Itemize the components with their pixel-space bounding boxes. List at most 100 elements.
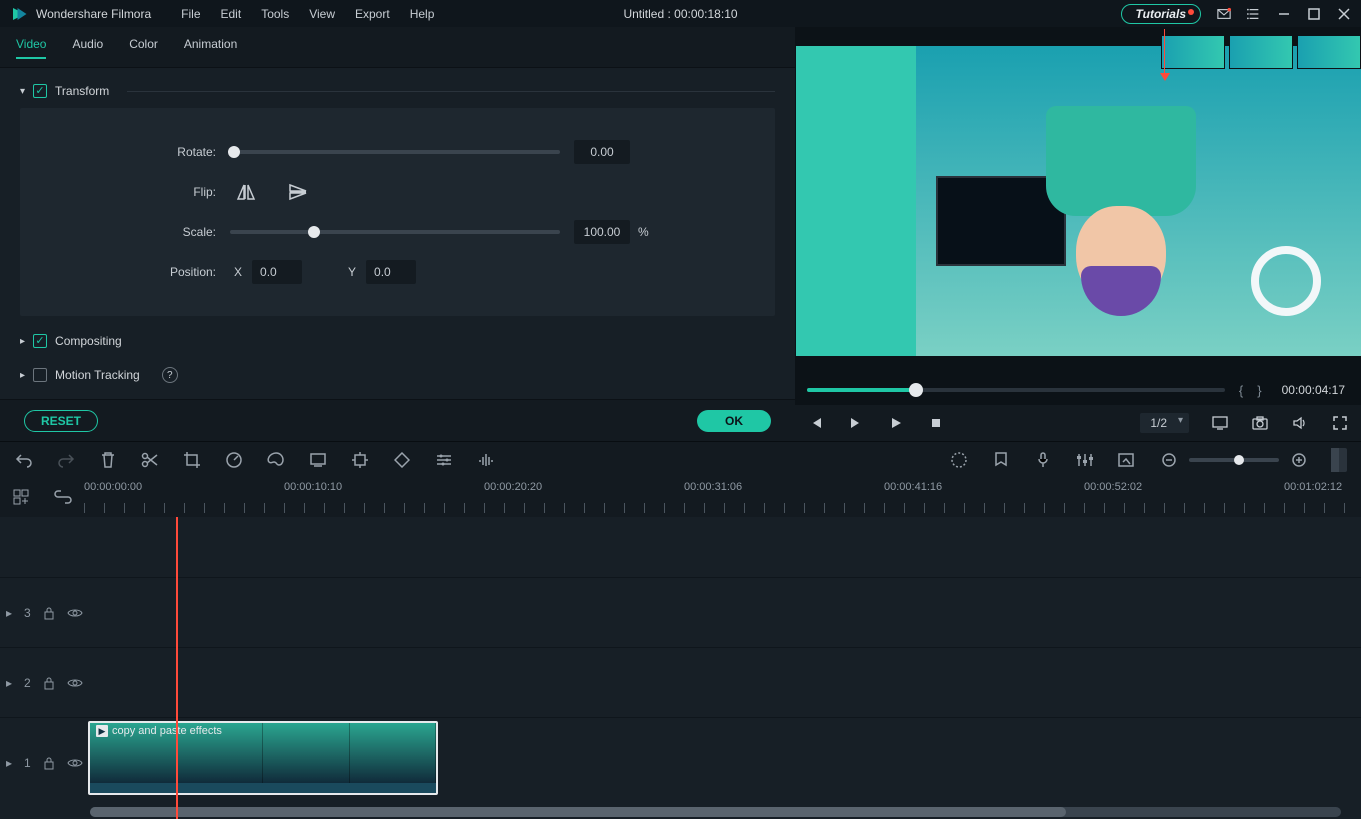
redo-icon[interactable] [56,450,76,470]
playhead[interactable] [176,517,178,819]
main-menu: File Edit Tools View Export Help [181,7,434,21]
rotate-slider[interactable] [230,150,560,154]
flip-horizontal-icon[interactable] [236,183,254,201]
eye-icon[interactable] [67,757,83,769]
timeline-scrollbar[interactable] [90,807,1341,817]
adjust-icon[interactable] [434,450,454,470]
chevron-right-icon[interactable]: ▸ [20,370,25,381]
section-motion-tracking-header[interactable]: ▸ Motion Tracking ? [20,358,775,392]
menu-tools[interactable]: Tools [261,7,289,21]
reset-button[interactable]: RESET [24,410,98,432]
tab-video[interactable]: Video [16,37,46,59]
track-1[interactable]: ▸1 ▶copy and paste effects [0,717,1361,807]
preview-zoom-select[interactable]: 1/2 [1140,413,1189,433]
undo-icon[interactable] [14,450,34,470]
marker-icon[interactable] [991,450,1011,470]
split-icon[interactable] [140,450,160,470]
snapshot-icon[interactable] [1251,414,1269,432]
crop-icon[interactable] [182,450,202,470]
preview-canvas[interactable] [795,27,1361,375]
preview-panel: { } 00:00:04:17 1/2 [795,27,1361,441]
tab-animation[interactable]: Animation [184,37,237,59]
rotate-value-input[interactable]: 0.00 [574,140,630,164]
speed-icon[interactable] [224,450,244,470]
task-list-icon[interactable] [1247,7,1261,21]
ruler-tc: 00:00:31:06 [684,481,742,493]
clip[interactable]: ▶copy and paste effects [88,721,438,795]
audio-tool-icon[interactable] [476,450,496,470]
window-maximize-button[interactable] [1307,7,1321,21]
track-video-icon: ▸ [6,676,12,690]
motion-tracking-tool-icon[interactable] [350,450,370,470]
color-match-icon[interactable] [266,450,286,470]
tab-audio[interactable]: Audio [72,37,103,59]
notification-dot-icon [1188,9,1194,15]
section-transform-body: Rotate: 0.00 Flip: Scale: 100.00 % [20,108,775,316]
zoom-out-icon[interactable] [1159,450,1179,470]
window-minimize-button[interactable] [1277,7,1291,21]
lock-icon[interactable] [43,606,55,620]
ruler-tc: 00:00:20:20 [484,481,542,493]
divider [127,91,775,92]
compositing-checkbox[interactable] [33,334,47,348]
scale-value-input[interactable]: 100.00 [574,220,630,244]
green-screen-icon[interactable] [308,450,328,470]
track-number: 2 [24,676,31,690]
pos-y-input[interactable]: 0.0 [366,260,416,284]
zoom-in-icon[interactable] [1289,450,1309,470]
track-3[interactable]: ▸3 [0,577,1361,647]
mark-in-button[interactable]: { [1239,383,1243,398]
fullscreen-icon[interactable] [1331,414,1349,432]
step-forward-button[interactable] [847,414,865,432]
preview-seek-slider[interactable] [807,388,1225,392]
flip-label: Flip: [50,185,230,199]
tutorials-button[interactable]: Tutorials [1121,4,1201,24]
eye-icon[interactable] [67,607,83,619]
render-icon[interactable] [949,450,969,470]
lock-icon[interactable] [43,756,55,770]
lock-icon[interactable] [43,676,55,690]
stop-button[interactable] [927,414,945,432]
add-media-icon[interactable] [1117,450,1137,470]
menu-view[interactable]: View [309,7,335,21]
window-close-button[interactable] [1337,7,1351,21]
play-button[interactable] [887,414,905,432]
delete-icon[interactable] [98,450,118,470]
titlebar: Wondershare Filmora File Edit Tools View… [0,0,1361,27]
menu-export[interactable]: Export [355,7,390,21]
menu-edit[interactable]: Edit [221,7,242,21]
timeline-zoom-slider[interactable] [1189,458,1279,462]
record-voiceover-icon[interactable] [1033,450,1053,470]
help-icon[interactable]: ? [162,367,178,383]
ok-button[interactable]: OK [697,410,771,432]
timeline-ruler[interactable]: 00:00:00:00 00:00:10:10 00:00:20:20 00:0… [84,477,1361,517]
scale-slider[interactable] [230,230,560,234]
tab-color[interactable]: Color [129,37,158,59]
pos-x-input[interactable]: 0.0 [252,260,302,284]
app-logo-icon [10,5,28,23]
audio-mixer-icon[interactable] [1075,450,1095,470]
messages-icon[interactable] [1217,7,1231,21]
track-manager-icon[interactable] [11,487,31,507]
menu-help[interactable]: Help [410,7,435,21]
menu-file[interactable]: File [181,7,200,21]
flip-vertical-icon[interactable] [288,183,306,201]
chevron-down-icon[interactable]: ▾ [20,86,25,97]
section-transform-header[interactable]: ▾ Transform [20,74,775,108]
chevron-right-icon[interactable]: ▸ [20,336,25,347]
link-icon[interactable] [53,487,73,507]
track-number: 3 [24,606,31,620]
track-2[interactable]: ▸2 [0,647,1361,717]
preview-quality-icon[interactable] [1211,414,1229,432]
volume-icon[interactable] [1291,414,1309,432]
motion-tracking-checkbox[interactable] [33,368,47,382]
transform-checkbox[interactable] [33,84,47,98]
eye-icon[interactable] [67,677,83,689]
pip-playhead-icon [1164,29,1165,75]
section-compositing-header[interactable]: ▸ Compositing [20,324,775,358]
keyframe-icon[interactable] [392,450,412,470]
pip-playhead-arrow-icon [1160,73,1170,81]
step-back-button[interactable] [807,414,825,432]
panel-layout-toggle[interactable] [1331,448,1347,472]
mark-out-button[interactable]: } [1257,383,1261,398]
